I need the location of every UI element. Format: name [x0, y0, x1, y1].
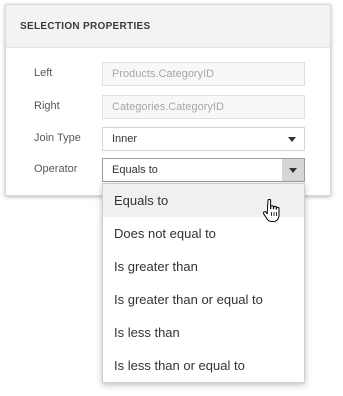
option-is-greater-than[interactable]: Is greater than	[103, 250, 304, 283]
panel-header: SELECTION PROPERTIES	[6, 5, 330, 48]
chevron-down-icon	[289, 168, 297, 173]
operator-dropdown-button[interactable]	[282, 159, 304, 181]
selection-properties-panel: SELECTION PROPERTIES Left Products.Categ…	[5, 4, 331, 196]
panel-title: SELECTION PROPERTIES	[20, 20, 151, 32]
option-is-less-than-or-equal-to[interactable]: Is less than or equal to	[103, 349, 304, 382]
operator-select[interactable]: Equals to	[102, 158, 305, 182]
hand-pointer-icon	[263, 199, 280, 222]
chevron-down-icon[interactable]	[288, 137, 296, 142]
option-is-less-than[interactable]: Is less than	[103, 316, 304, 349]
left-label: Left	[34, 67, 53, 79]
join-type-value: Inner	[112, 133, 138, 145]
left-field: Products.CategoryID	[102, 62, 305, 86]
right-field: Categories.CategoryID	[102, 95, 305, 119]
operator-row: Operator Equals to	[6, 158, 330, 182]
right-label: Right	[34, 100, 60, 112]
option-is-greater-than-or-equal-to[interactable]: Is greater than or equal to	[103, 283, 304, 316]
join-type-select[interactable]: Inner	[102, 127, 305, 151]
join-type-row: Join Type Inner	[6, 127, 330, 151]
operator-value: Equals to	[112, 164, 158, 176]
right-row: Right Categories.CategoryID	[6, 95, 330, 119]
join-type-label: Join Type	[34, 132, 81, 144]
operator-label: Operator	[34, 163, 78, 175]
left-row: Left Products.CategoryID	[6, 62, 330, 86]
